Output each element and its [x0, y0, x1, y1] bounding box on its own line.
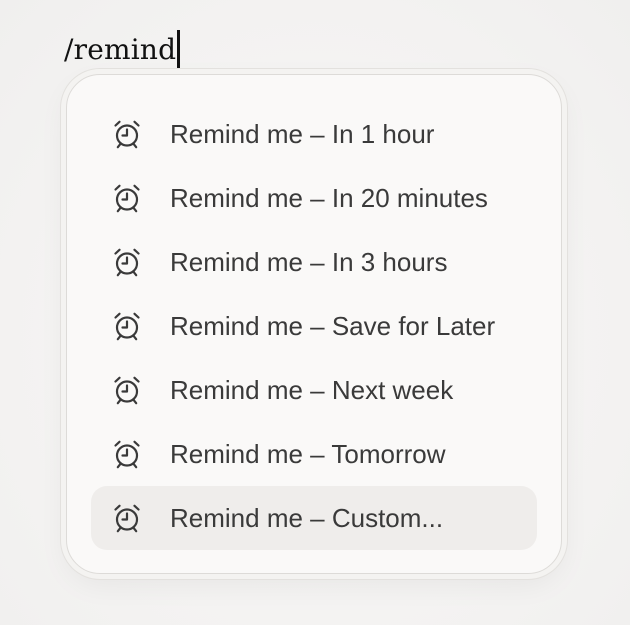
reminder-suggestions-menu: Remind me – In 1 hour Remind me – In 20 … — [66, 74, 562, 574]
menu-item-remind-custom[interactable]: Remind me – Custom... — [91, 486, 537, 550]
alarm-clock-icon — [111, 246, 143, 278]
menu-item-label: Remind me – In 1 hour — [170, 118, 435, 149]
menu-item-label: Remind me – Next week — [170, 374, 454, 405]
text-cursor — [177, 30, 181, 68]
command-text[interactable]: /remind — [64, 33, 176, 66]
menu-list: Remind me – In 1 hour Remind me – In 20 … — [91, 102, 537, 550]
menu-item-remind-in-3-hours[interactable]: Remind me – In 3 hours — [91, 230, 537, 294]
alarm-clock-icon — [111, 502, 143, 534]
menu-item-label: Remind me – Save for Later — [170, 310, 496, 341]
command-input-line[interactable]: /remind — [64, 28, 181, 70]
alarm-clock-icon — [111, 118, 143, 150]
alarm-clock-icon — [111, 182, 143, 214]
menu-item-label: Remind me – Custom... — [170, 502, 444, 533]
menu-item-label: Remind me – In 20 minutes — [170, 182, 488, 213]
menu-item-remind-tomorrow[interactable]: Remind me – Tomorrow — [91, 422, 537, 486]
alarm-clock-icon — [111, 374, 143, 406]
alarm-clock-icon — [111, 438, 143, 470]
menu-item-remind-save-for-later[interactable]: Remind me – Save for Later — [91, 294, 537, 358]
menu-item-remind-in-20-minutes[interactable]: Remind me – In 20 minutes — [91, 166, 537, 230]
alarm-clock-icon — [111, 310, 143, 342]
menu-item-remind-next-week[interactable]: Remind me – Next week — [91, 358, 537, 422]
menu-item-remind-in-1-hour[interactable]: Remind me – In 1 hour — [91, 102, 537, 166]
menu-item-label: Remind me – Tomorrow — [170, 438, 446, 469]
menu-item-label: Remind me – In 3 hours — [170, 246, 448, 277]
